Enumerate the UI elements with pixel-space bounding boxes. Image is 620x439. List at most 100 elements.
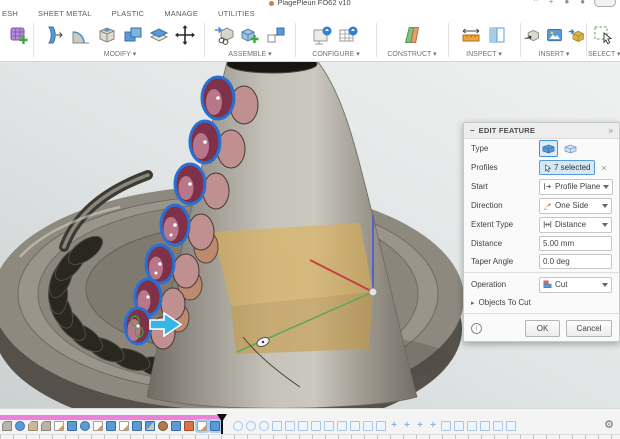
- tab-plastic[interactable]: PLASTIC: [112, 9, 145, 18]
- timeline-rolled-feature-icon[interactable]: [454, 421, 464, 431]
- notification-icon[interactable]: ●: [580, 0, 585, 7]
- timeline-feature-icon[interactable]: [2, 421, 12, 431]
- origin-handle[interactable]: [369, 288, 377, 296]
- timeline-rolled-feature-icon[interactable]: [285, 421, 295, 431]
- timeline-playhead-line[interactable]: [221, 415, 223, 435]
- operation-dropdown[interactable]: Cut: [539, 277, 612, 293]
- timeline-rolled-feature-icon[interactable]: [415, 421, 425, 431]
- offset-face-icon[interactable]: [147, 23, 171, 47]
- timeline-rolled-feature-icon[interactable]: [493, 421, 503, 431]
- timeline-rolled-feature-icon[interactable]: [506, 421, 516, 431]
- timeline-rolled-feature-icon[interactable]: [233, 421, 243, 431]
- assemble-menu[interactable]: ASSEMBLE ▾: [206, 50, 294, 58]
- derive-icon[interactable]: [212, 23, 236, 47]
- insert-menu[interactable]: INSERT ▾: [522, 50, 586, 58]
- tab-mesh[interactable]: ESH: [2, 9, 18, 18]
- timeline-progress-bar[interactable]: [0, 415, 223, 420]
- timeline-rolled-feature-icon[interactable]: [363, 421, 373, 431]
- configure-menu[interactable]: CONFIGURE ▾: [298, 50, 374, 58]
- timeline-rolled-feature-icon[interactable]: [480, 421, 490, 431]
- profile-selected[interactable]: [146, 245, 174, 283]
- timeline-rolled-feature-icon[interactable]: [259, 421, 269, 431]
- timeline-feature-icon[interactable]: [80, 421, 90, 431]
- press-pull-icon[interactable]: [43, 23, 67, 47]
- profile-selected[interactable]: [125, 308, 151, 344]
- timeline-feature-icon[interactable]: [106, 421, 116, 431]
- sketch-profile-plane[interactable]: [213, 223, 373, 354]
- configure-table-icon[interactable]: [337, 23, 361, 47]
- timeline-rolled-feature-icon[interactable]: [337, 421, 347, 431]
- timeline-rolled-feature-icon[interactable]: [324, 421, 334, 431]
- ok-button[interactable]: OK: [525, 320, 560, 337]
- profile-selected[interactable]: [175, 164, 205, 204]
- tab-sheet-metal[interactable]: SHEET METAL: [38, 9, 92, 18]
- expand-triangle-icon[interactable]: ▸: [471, 299, 475, 307]
- mesh-create-icon[interactable]: [7, 23, 31, 47]
- timeline-rolled-feature-icon[interactable]: [246, 421, 256, 431]
- insert-derive-icon[interactable]: [522, 23, 542, 47]
- new-component-icon[interactable]: [238, 23, 262, 47]
- joint-icon[interactable]: [264, 23, 288, 47]
- objects-to-cut-row[interactable]: ▸ Objects To Cut: [464, 294, 619, 311]
- section-analysis-icon[interactable]: [485, 23, 509, 47]
- help-icon[interactable]: ●: [564, 0, 569, 7]
- measure-icon[interactable]: [459, 23, 483, 47]
- construct-plane-icon[interactable]: [400, 23, 424, 47]
- dock-panel-icon[interactable]: »: [609, 126, 613, 135]
- timeline-feature-icon[interactable]: [158, 421, 168, 431]
- select-menu[interactable]: SELECT ▾: [588, 50, 618, 58]
- timeline-settings-gear-icon[interactable]: ⚙: [604, 418, 614, 432]
- distance-input[interactable]: 5.00 mm: [539, 236, 612, 251]
- move-copy-icon[interactable]: [173, 23, 197, 47]
- timeline-rolled-feature-icon[interactable]: [428, 421, 438, 431]
- tab-utilities[interactable]: UTILITIES: [218, 9, 255, 18]
- tab-manage[interactable]: MANAGE: [164, 9, 198, 18]
- collapse-chevron-icon[interactable]: ^: [534, 0, 538, 7]
- timeline-rolled-feature-icon[interactable]: [467, 421, 477, 431]
- profile-unselected[interactable]: [203, 173, 229, 209]
- configure-feature-icon[interactable]: [311, 23, 335, 47]
- type-extrude-thin-icon[interactable]: [561, 140, 580, 157]
- timeline-rolled-feature-icon[interactable]: [298, 421, 308, 431]
- timeline-feature-icon[interactable]: [93, 421, 103, 431]
- profile-unselected[interactable]: [217, 130, 245, 168]
- type-extrude-solid-icon[interactable]: [539, 140, 558, 157]
- profile-unselected[interactable]: [188, 214, 214, 250]
- cancel-button[interactable]: Cancel: [566, 320, 612, 337]
- modify-menu[interactable]: MODIFY ▾: [36, 50, 204, 58]
- inspect-menu[interactable]: INSPECT ▾: [450, 50, 518, 58]
- timeline-feature-icon[interactable]: [54, 421, 64, 431]
- profile-selected[interactable]: [202, 77, 234, 119]
- timeline-feature-icon[interactable]: [197, 421, 207, 431]
- profile-selected[interactable]: [161, 205, 189, 245]
- taper-angle-input[interactable]: 0.0 deg: [539, 254, 612, 269]
- timeline-feature-icon[interactable]: [41, 421, 51, 431]
- direction-dropdown[interactable]: One Side: [539, 198, 612, 214]
- fillet-icon[interactable]: [69, 23, 93, 47]
- timeline-rolled-feature-icon[interactable]: [389, 421, 399, 431]
- clear-selection-icon[interactable]: ×: [601, 163, 606, 173]
- timeline-feature-icon[interactable]: [132, 421, 142, 431]
- profile-unselected[interactable]: [173, 254, 199, 288]
- timeline-feature-icon[interactable]: [184, 421, 194, 431]
- canvas-image-icon[interactable]: [544, 23, 564, 47]
- avatar[interactable]: [594, 0, 616, 7]
- timeline-rolled-feature-icon[interactable]: [441, 421, 451, 431]
- timeline-feature-icon[interactable]: [145, 421, 155, 431]
- timeline-feature-icon[interactable]: [119, 421, 129, 431]
- timeline-rolled-feature-icon[interactable]: [350, 421, 360, 431]
- timeline-feature-icon[interactable]: [15, 421, 25, 431]
- timeline-rolled-feature-icon[interactable]: [311, 421, 321, 431]
- timeline-rolled-feature-icon[interactable]: [402, 421, 412, 431]
- collapse-icon[interactable]: −: [470, 126, 475, 135]
- timeline-rolled-feature-icon[interactable]: [272, 421, 282, 431]
- add-tab-icon[interactable]: +: [549, 0, 554, 7]
- construct-menu[interactable]: CONSTRUCT ▾: [378, 50, 446, 58]
- timeline-feature-icon[interactable]: [67, 421, 77, 431]
- timeline-feature-icon[interactable]: [28, 421, 38, 431]
- start-dropdown[interactable]: Profile Plane: [539, 179, 613, 195]
- profile-selected[interactable]: [190, 121, 220, 163]
- profiles-selection-chip[interactable]: 7 selected: [539, 160, 595, 175]
- timeline-rolled-feature-icon[interactable]: [376, 421, 386, 431]
- combine-icon[interactable]: [121, 23, 145, 47]
